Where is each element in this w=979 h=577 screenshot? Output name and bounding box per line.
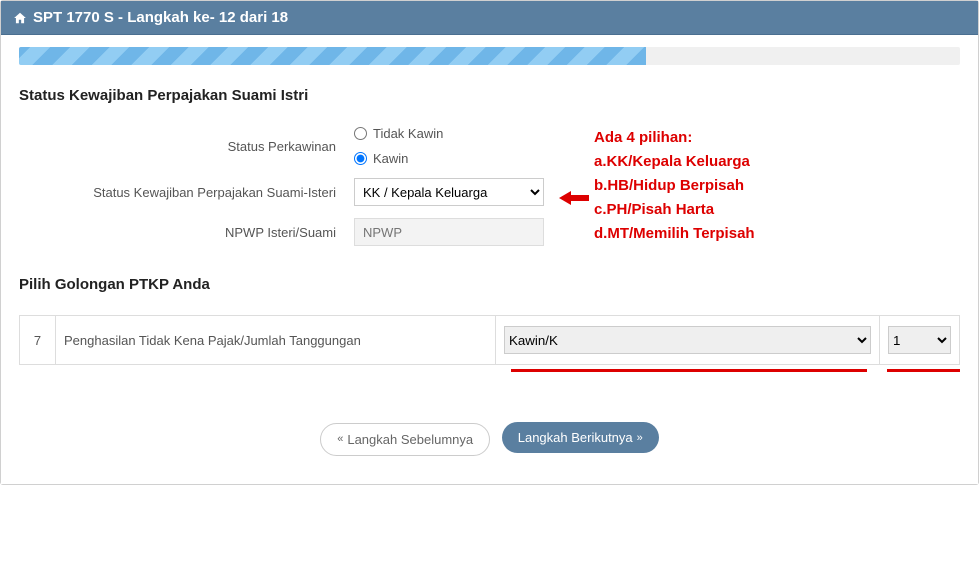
row-status-kewajiban: Status Kewajiban Perpajakan Suami-Isteri… bbox=[19, 178, 960, 206]
section-title-ptkp: Pilih Golongan PTKP Anda bbox=[19, 276, 960, 293]
annotation-underline-2 bbox=[887, 369, 960, 372]
radio-input-kawin[interactable] bbox=[354, 152, 367, 165]
prev-step-button[interactable]: « Langkah Sebelumnya bbox=[320, 423, 490, 456]
cell-row-number: 7 bbox=[20, 316, 56, 365]
radio-input-tidak-kawin[interactable] bbox=[354, 127, 367, 140]
annotation-underline-1 bbox=[511, 369, 867, 372]
label-status-perkawinan: Status Perkawinan bbox=[19, 139, 354, 154]
label-npwp: NPWP Isteri/Suami bbox=[19, 225, 354, 240]
panel-title: SPT 1770 S - Langkah ke- 12 dari 18 bbox=[33, 9, 288, 26]
row-npwp: NPWP Isteri/Suami bbox=[19, 218, 960, 246]
table-row: 7 Penghasilan Tidak Kena Pajak/Jumlah Ta… bbox=[20, 316, 960, 365]
cell-golongan: Kawin/K bbox=[496, 316, 880, 365]
next-step-label: Langkah Berikutnya bbox=[518, 430, 633, 445]
panel-body: Status Kewajiban Perpajakan Suami Istri … bbox=[1, 35, 978, 484]
progress-bar bbox=[19, 47, 960, 65]
nav-buttons: « Langkah Sebelumnya Langkah Berikutnya … bbox=[19, 412, 960, 466]
annotation-underline bbox=[19, 369, 960, 372]
select-jumlah-tanggungan[interactable]: 1 bbox=[888, 326, 951, 354]
chevron-right-icon: » bbox=[637, 432, 643, 444]
row-status-perkawinan: Status Perkawinan Tidak Kawin Kawin bbox=[19, 126, 960, 166]
radio-tidak-kawin[interactable]: Tidak Kawin bbox=[354, 126, 554, 141]
prev-step-label: Langkah Sebelumnya bbox=[347, 432, 473, 447]
radio-label-tidak-kawin: Tidak Kawin bbox=[373, 126, 443, 141]
chevron-left-icon: « bbox=[337, 433, 343, 445]
progress-fill bbox=[19, 47, 646, 65]
wizard-panel: SPT 1770 S - Langkah ke- 12 dari 18 Stat… bbox=[0, 0, 979, 485]
panel-header: SPT 1770 S - Langkah ke- 12 dari 18 bbox=[1, 1, 978, 35]
home-icon bbox=[13, 11, 27, 25]
ptkp-table: 7 Penghasilan Tidak Kena Pajak/Jumlah Ta… bbox=[19, 315, 960, 365]
select-status-kewajiban[interactable]: KK / Kepala Keluarga bbox=[354, 178, 544, 206]
next-step-button[interactable]: Langkah Berikutnya » bbox=[502, 422, 659, 453]
cell-tanggungan: 1 bbox=[880, 316, 960, 365]
select-golongan-ptkp[interactable]: Kawin/K bbox=[504, 326, 871, 354]
form-area-marital: Status Perkawinan Tidak Kawin Kawin bbox=[19, 126, 960, 246]
label-status-kewajiban: Status Kewajiban Perpajakan Suami-Isteri bbox=[19, 185, 354, 200]
radio-kawin[interactable]: Kawin bbox=[354, 151, 554, 166]
cell-row-desc: Penghasilan Tidak Kena Pajak/Jumlah Tang… bbox=[56, 316, 496, 365]
input-npwp bbox=[354, 218, 544, 246]
section-title-marital: Status Kewajiban Perpajakan Suami Istri bbox=[19, 87, 960, 104]
radio-label-kawin: Kawin bbox=[373, 151, 408, 166]
radio-group-status-perkawinan: Tidak Kawin Kawin bbox=[354, 126, 554, 166]
